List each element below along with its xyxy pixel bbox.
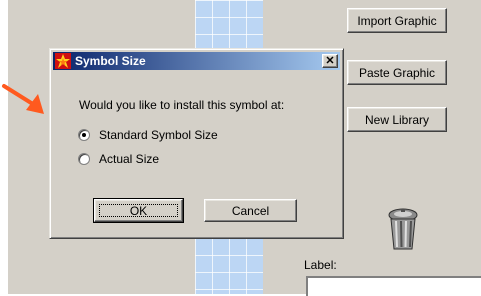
dialog-prompt: Would you like to install this symbol at… <box>79 98 285 112</box>
label-caption: Label: <box>304 258 337 272</box>
paste-graphic-button[interactable]: Paste Graphic <box>347 60 447 85</box>
application-window: Import Graphic Paste Graphic New Library… <box>0 0 481 296</box>
dialog-title: Symbol Size <box>75 54 146 68</box>
symbol-size-dialog: Symbol Size ✕ Would you like to install … <box>49 48 344 239</box>
app-logo-icon <box>55 53 71 69</box>
ok-button[interactable]: OK <box>93 198 184 223</box>
actual-size-radio[interactable] <box>78 153 90 165</box>
standard-size-radio[interactable] <box>78 129 90 141</box>
label-input[interactable] <box>306 276 481 296</box>
actual-size-label[interactable]: Actual Size <box>99 152 159 166</box>
new-library-button[interactable]: New Library <box>347 107 447 132</box>
standard-size-option[interactable]: Standard Symbol Size <box>78 128 218 142</box>
cancel-button[interactable]: Cancel <box>204 199 297 222</box>
standard-size-label[interactable]: Standard Symbol Size <box>99 128 218 142</box>
dialog-titlebar[interactable]: Symbol Size ✕ <box>53 52 340 70</box>
close-button[interactable]: ✕ <box>322 54 338 68</box>
actual-size-option[interactable]: Actual Size <box>78 152 159 166</box>
trash-can-icon[interactable] <box>386 207 420 251</box>
import-graphic-button[interactable]: Import Graphic <box>347 8 447 33</box>
